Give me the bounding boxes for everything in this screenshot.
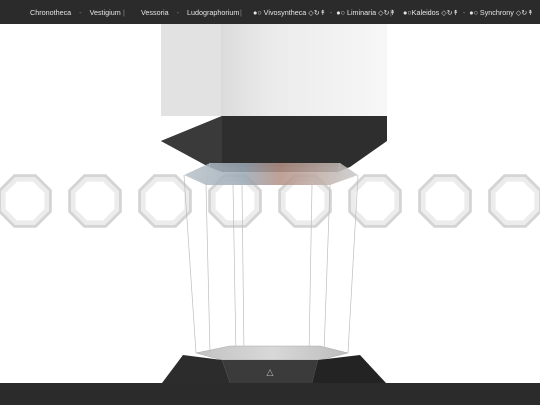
upper-column bbox=[161, 24, 387, 172]
nav-separator: | bbox=[123, 7, 125, 17]
3d-scene-canvas[interactable]: △ bbox=[0, 24, 540, 383]
nav-separator: | bbox=[390, 7, 392, 17]
nav-link-vestigium[interactable]: Vestigium bbox=[90, 8, 121, 17]
nav-dash: - bbox=[329, 7, 333, 17]
nav-dash: - bbox=[462, 7, 466, 17]
nav-link-liminaria[interactable]: ●○ Liminaria ◇↻↟ bbox=[336, 8, 395, 17]
top-navigation-bar: Chronotheca - Vestigium | Vessoria - Lud… bbox=[0, 0, 540, 24]
nav-link-vessoria[interactable]: Vessoria bbox=[141, 8, 169, 17]
nav-group-middle: Vessoria - Ludographorium bbox=[141, 0, 239, 24]
nav-link-vivosyntheca[interactable]: ●○ Vivosyntheca ◇↻↟ bbox=[253, 8, 326, 17]
nav-link-kaleidos[interactable]: ●○Kaleidos ◇↻↟ bbox=[403, 8, 459, 17]
center-emblem-icon: △ bbox=[267, 368, 274, 378]
nav-link-ludographorium[interactable]: Ludographorium bbox=[187, 8, 239, 17]
nav-dash: - bbox=[176, 7, 179, 17]
nav-group-right: ●○ Vivosyntheca ◇↻↟ - ●○ Liminaria ◇↻↟ bbox=[253, 0, 396, 24]
nav-link-chronotheca[interactable]: Chronotheca bbox=[30, 8, 71, 17]
nav-group-left: Chronotheca - Vestigium bbox=[30, 0, 121, 24]
bottom-bar bbox=[0, 383, 540, 405]
nav-separator: | bbox=[240, 7, 242, 17]
nav-dash: - bbox=[79, 7, 82, 17]
nav-link-synchrony[interactable]: ●○ Synchrony ◇↻↟ bbox=[469, 8, 533, 17]
nav-group-far-right: ●○Kaleidos ◇↻↟ - ●○ Synchrony ◇↻↟ bbox=[403, 0, 533, 24]
